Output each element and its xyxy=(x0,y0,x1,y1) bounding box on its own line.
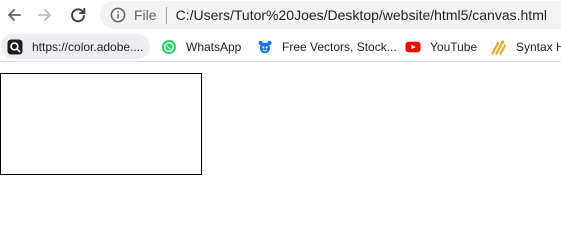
bookmark-adobe-color[interactable]: https://color.adobe.... xyxy=(1,34,150,59)
bookmark-label: WhatsApp xyxy=(186,39,242,54)
arrow-left-icon xyxy=(5,6,23,24)
scheme-label: File xyxy=(134,7,157,23)
reload-button[interactable] xyxy=(66,3,90,27)
syntax-highlighter-icon xyxy=(491,39,507,55)
bookmark-label: Free Vectors, Stock... xyxy=(282,39,397,54)
canvas-element[interactable] xyxy=(0,73,202,175)
bookmarks-bar: https://color.adobe.... WhatsApp Free Ve xyxy=(0,31,561,62)
adobe-color-icon xyxy=(7,39,23,55)
address-bar[interactable]: File C:/Users/Tutor%20Joes/Desktop/websi… xyxy=(100,1,561,29)
whatsapp-icon xyxy=(161,39,177,55)
bookmark-syntax-highlighter[interactable]: Syntax H xyxy=(485,34,561,59)
bookmark-label: Syntax H xyxy=(516,39,561,54)
info-icon[interactable] xyxy=(110,7,126,23)
address-divider xyxy=(165,6,167,24)
bookmark-freepik[interactable]: Free Vectors, Stock... xyxy=(251,34,403,59)
youtube-icon xyxy=(405,39,421,55)
bookmark-label: YouTube xyxy=(430,39,478,54)
browser-toolbar: File C:/Users/Tutor%20Joes/Desktop/websi… xyxy=(0,0,561,31)
bookmark-label: https://color.adobe.... xyxy=(32,39,144,54)
bookmark-whatsapp[interactable]: WhatsApp xyxy=(155,34,247,59)
forward-button[interactable] xyxy=(33,3,57,27)
reload-icon xyxy=(69,6,87,24)
url-text[interactable]: C:/Users/Tutor%20Joes/Desktop/website/ht… xyxy=(176,7,547,23)
arrow-right-icon xyxy=(36,6,54,24)
bookmark-youtube[interactable]: YouTube xyxy=(399,34,483,59)
freepik-icon xyxy=(257,39,273,55)
page-content xyxy=(0,63,561,248)
back-button[interactable] xyxy=(2,3,26,27)
